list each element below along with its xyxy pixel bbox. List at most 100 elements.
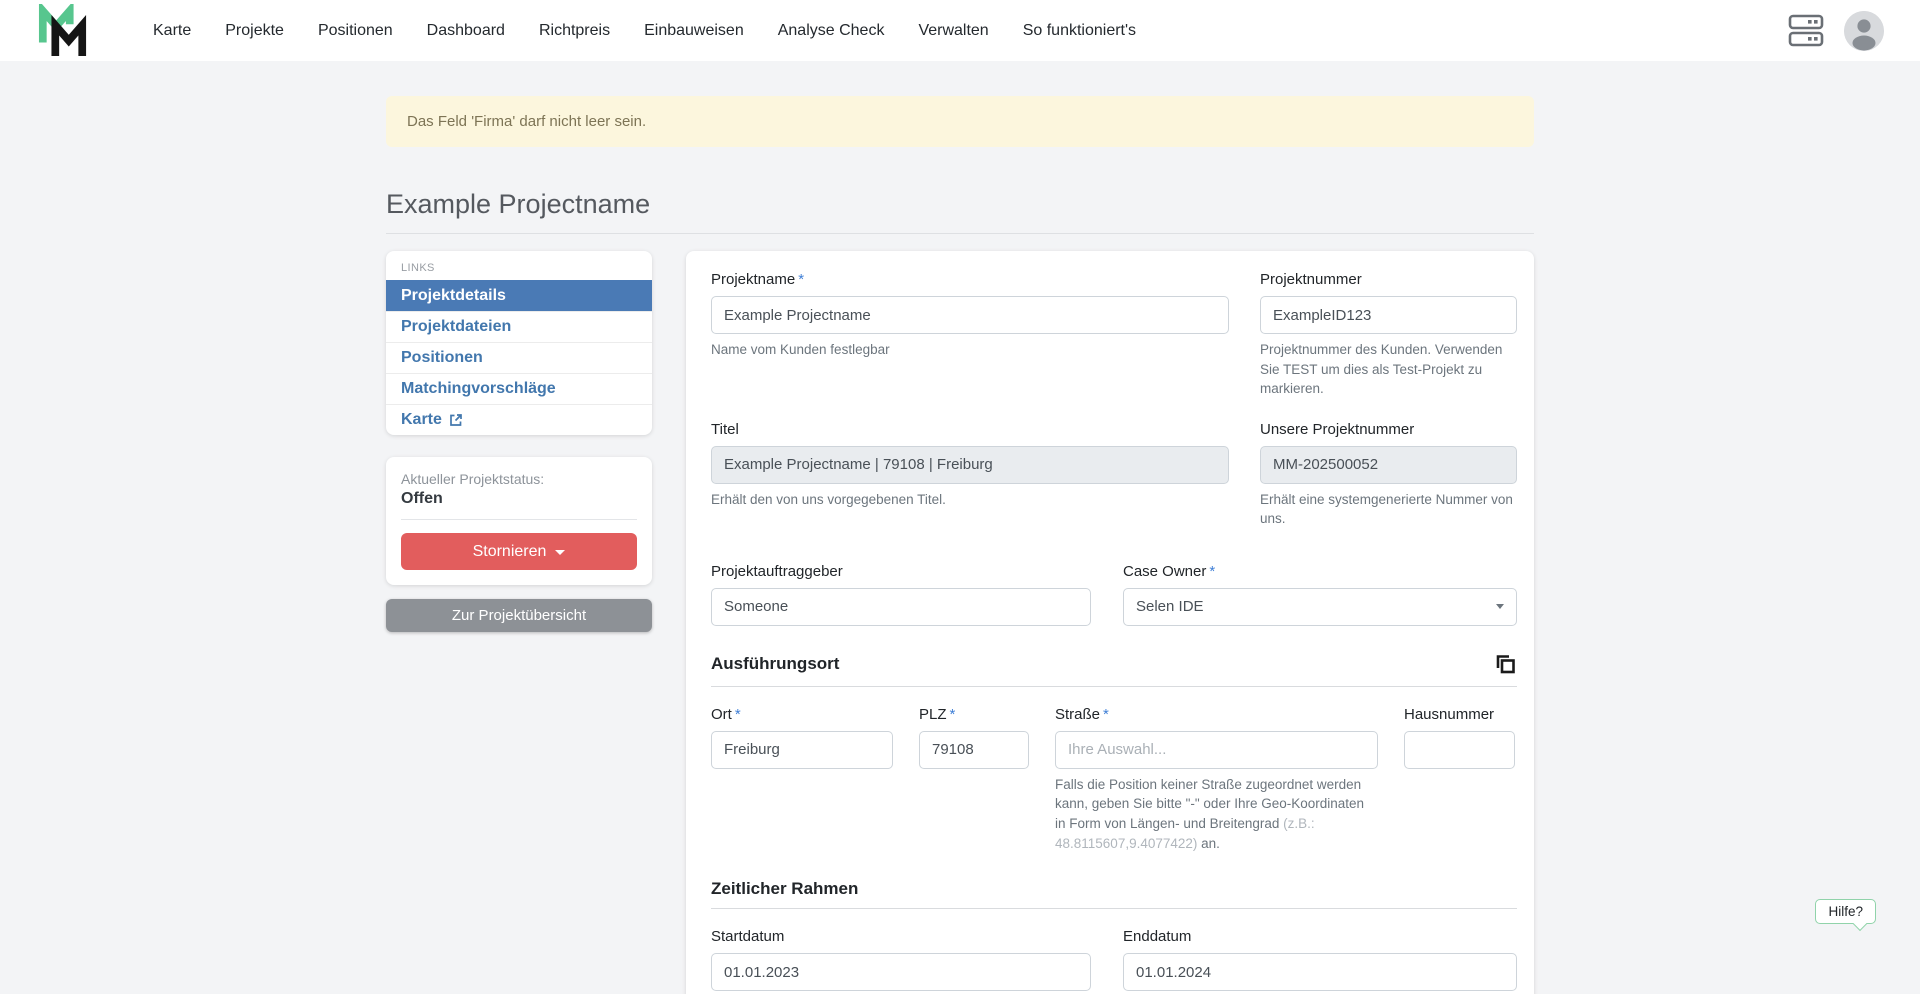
- hausnummer-input[interactable]: [1404, 731, 1515, 769]
- nav-item-karte[interactable]: Karte: [136, 22, 208, 40]
- strasse-label: Straße*: [1055, 706, 1378, 723]
- case-owner-selected-value: Selen IDE: [1136, 598, 1204, 615]
- nav-item-so-funktionierts[interactable]: So funktioniert's: [1006, 22, 1153, 40]
- sidebar-item-positionen[interactable]: Positionen: [386, 342, 652, 373]
- user-avatar[interactable]: [1844, 11, 1884, 51]
- validation-alert: Das Feld 'Firma' darf nicht leer sein.: [386, 96, 1534, 147]
- links-card-header: LINKS: [386, 251, 652, 280]
- copy-address-button[interactable]: [1492, 652, 1517, 677]
- plz-input[interactable]: [919, 731, 1029, 769]
- nav-item-einbauweisen[interactable]: Einbauweisen: [627, 22, 761, 40]
- field-strasse: Straße* Falls die Position keiner Straße…: [1055, 706, 1378, 853]
- field-ort: Ort*: [711, 706, 893, 853]
- alert-message: Das Feld 'Firma' darf nicht leer sein.: [407, 113, 646, 130]
- plz-label: PLZ*: [919, 706, 1029, 723]
- titel-helper: Erhält den von uns vorgegebenen Titel.: [711, 490, 1229, 510]
- sidebar-item-label: Projektdetails: [401, 287, 506, 305]
- field-projektauftraggeber: Projektauftraggeber: [711, 563, 1091, 626]
- ort-input[interactable]: [711, 731, 893, 769]
- enddatum-input[interactable]: [1123, 953, 1517, 991]
- projektnummer-input[interactable]: [1260, 296, 1517, 334]
- required-marker: *: [1209, 563, 1215, 580]
- sidebar-item-label: Matchingvorschläge: [401, 380, 556, 398]
- status-value: Offen: [401, 490, 637, 508]
- person-icon: [1844, 11, 1884, 51]
- project-overview-button[interactable]: Zur Projektübersicht: [386, 599, 652, 632]
- titel-input: [711, 446, 1229, 484]
- nav-item-analyse-check[interactable]: Analyse Check: [761, 22, 902, 40]
- section-divider: [711, 908, 1517, 909]
- brand-logo[interactable]: [38, 4, 88, 58]
- zeitlicher-rahmen-section-title: Zeitlicher Rahmen: [711, 879, 1517, 899]
- nav-item-richtpreis[interactable]: Richtpreis: [522, 22, 627, 40]
- sidebar-item-matchingvorschlaege[interactable]: Matchingvorschläge: [386, 373, 652, 404]
- status-divider: [401, 519, 637, 520]
- left-sidebar: LINKS Projektdetails Projektdateien Posi…: [386, 251, 652, 632]
- projektauftraggeber-input[interactable]: [711, 588, 1091, 626]
- projektname-input[interactable]: [711, 296, 1229, 334]
- field-hausnummer: Hausnummer: [1404, 706, 1515, 853]
- hausnummer-label: Hausnummer: [1404, 706, 1515, 723]
- case-owner-select[interactable]: Selen IDE: [1123, 588, 1517, 626]
- app-page: Karte Projekte Positionen Dashboard Rich…: [0, 0, 1920, 994]
- sidebar-item-label: Projektdateien: [401, 318, 511, 336]
- projektname-label: Projektname*: [711, 271, 1229, 288]
- sidebar-item-projektdateien[interactable]: Projektdateien: [386, 311, 652, 342]
- ausfuehrungsort-section-title: Ausführungsort: [711, 654, 839, 674]
- sidebar-item-label: Positionen: [401, 349, 483, 367]
- startdatum-label: Startdatum: [711, 928, 1091, 945]
- server-rack-icon[interactable]: [1788, 11, 1824, 51]
- sidebar-item-projektdetails[interactable]: Projektdetails: [386, 280, 652, 311]
- case-owner-label: Case Owner*: [1123, 563, 1517, 580]
- main-content: Das Feld 'Firma' darf nicht leer sein. E…: [0, 61, 1920, 994]
- projektauftraggeber-label: Projektauftraggeber: [711, 563, 1091, 580]
- required-marker: *: [950, 706, 956, 723]
- unsere-projektnummer-label: Unsere Projektnummer: [1260, 421, 1517, 438]
- main-nav: Karte Projekte Positionen Dashboard Rich…: [136, 0, 1153, 61]
- enddatum-label: Enddatum: [1123, 928, 1517, 945]
- titel-label: Titel: [711, 421, 1229, 438]
- cancel-project-button[interactable]: Stornieren: [401, 533, 637, 570]
- required-marker: *: [1103, 706, 1109, 723]
- ort-label: Ort*: [711, 706, 893, 723]
- field-projektnummer: Projektnummer Projektnummer des Kunden. …: [1260, 271, 1517, 399]
- title-divider: [386, 233, 1534, 234]
- projektname-helper: Name vom Kunden festlegbar: [711, 340, 1229, 360]
- required-marker: *: [735, 706, 741, 723]
- projektnummer-helper: Projektnummer des Kunden. Verwenden Sie …: [1260, 340, 1517, 399]
- nav-item-projekte[interactable]: Projekte: [208, 22, 301, 40]
- nav-item-verwalten[interactable]: Verwalten: [901, 22, 1005, 40]
- external-link-icon: [449, 413, 463, 427]
- chevron-down-icon: [1496, 604, 1504, 609]
- sidebar-item-label: Karte: [401, 411, 442, 429]
- mineral-minds-logo-icon: [38, 4, 88, 58]
- field-projektname: Projektname* Name vom Kunden festlegbar: [711, 271, 1229, 399]
- help-button[interactable]: Hilfe?: [1815, 899, 1876, 924]
- copy-icon: [1492, 652, 1517, 677]
- project-details-form: Projektname* Name vom Kunden festlegbar …: [686, 251, 1534, 994]
- field-plz: PLZ*: [919, 706, 1029, 853]
- nav-item-positionen[interactable]: Positionen: [301, 22, 410, 40]
- cancel-button-label: Stornieren: [473, 543, 547, 561]
- sidebar-item-karte[interactable]: Karte: [386, 404, 652, 435]
- field-case-owner: Case Owner* Selen IDE: [1123, 563, 1517, 626]
- nav-item-dashboard[interactable]: Dashboard: [410, 22, 522, 40]
- top-navbar: Karte Projekte Positionen Dashboard Rich…: [0, 0, 1920, 61]
- status-label: Aktueller Projektstatus:: [401, 471, 637, 487]
- strasse-helper: Falls die Position keiner Straße zugeord…: [1055, 775, 1378, 853]
- navbar-right: [1788, 11, 1884, 51]
- required-marker: *: [798, 271, 804, 288]
- strasse-input[interactable]: [1055, 731, 1378, 769]
- unsere-projektnummer-helper: Erhält eine systemgenerierte Nummer von …: [1260, 490, 1517, 529]
- project-status-card: Aktueller Projektstatus: Offen Storniere…: [386, 457, 652, 585]
- page-title: Example Projectname: [386, 189, 1534, 220]
- caret-down-icon: [555, 550, 565, 555]
- section-divider: [711, 686, 1517, 687]
- startdatum-input[interactable]: [711, 953, 1091, 991]
- unsere-projektnummer-input: [1260, 446, 1517, 484]
- projektnummer-label: Projektnummer: [1260, 271, 1517, 288]
- links-card: LINKS Projektdetails Projektdateien Posi…: [386, 251, 652, 435]
- field-titel: Titel Erhält den von uns vorgegebenen Ti…: [711, 421, 1229, 529]
- field-unsere-projektnummer: Unsere Projektnummer Erhält eine systemg…: [1260, 421, 1517, 529]
- field-enddatum: Enddatum: [1123, 928, 1517, 991]
